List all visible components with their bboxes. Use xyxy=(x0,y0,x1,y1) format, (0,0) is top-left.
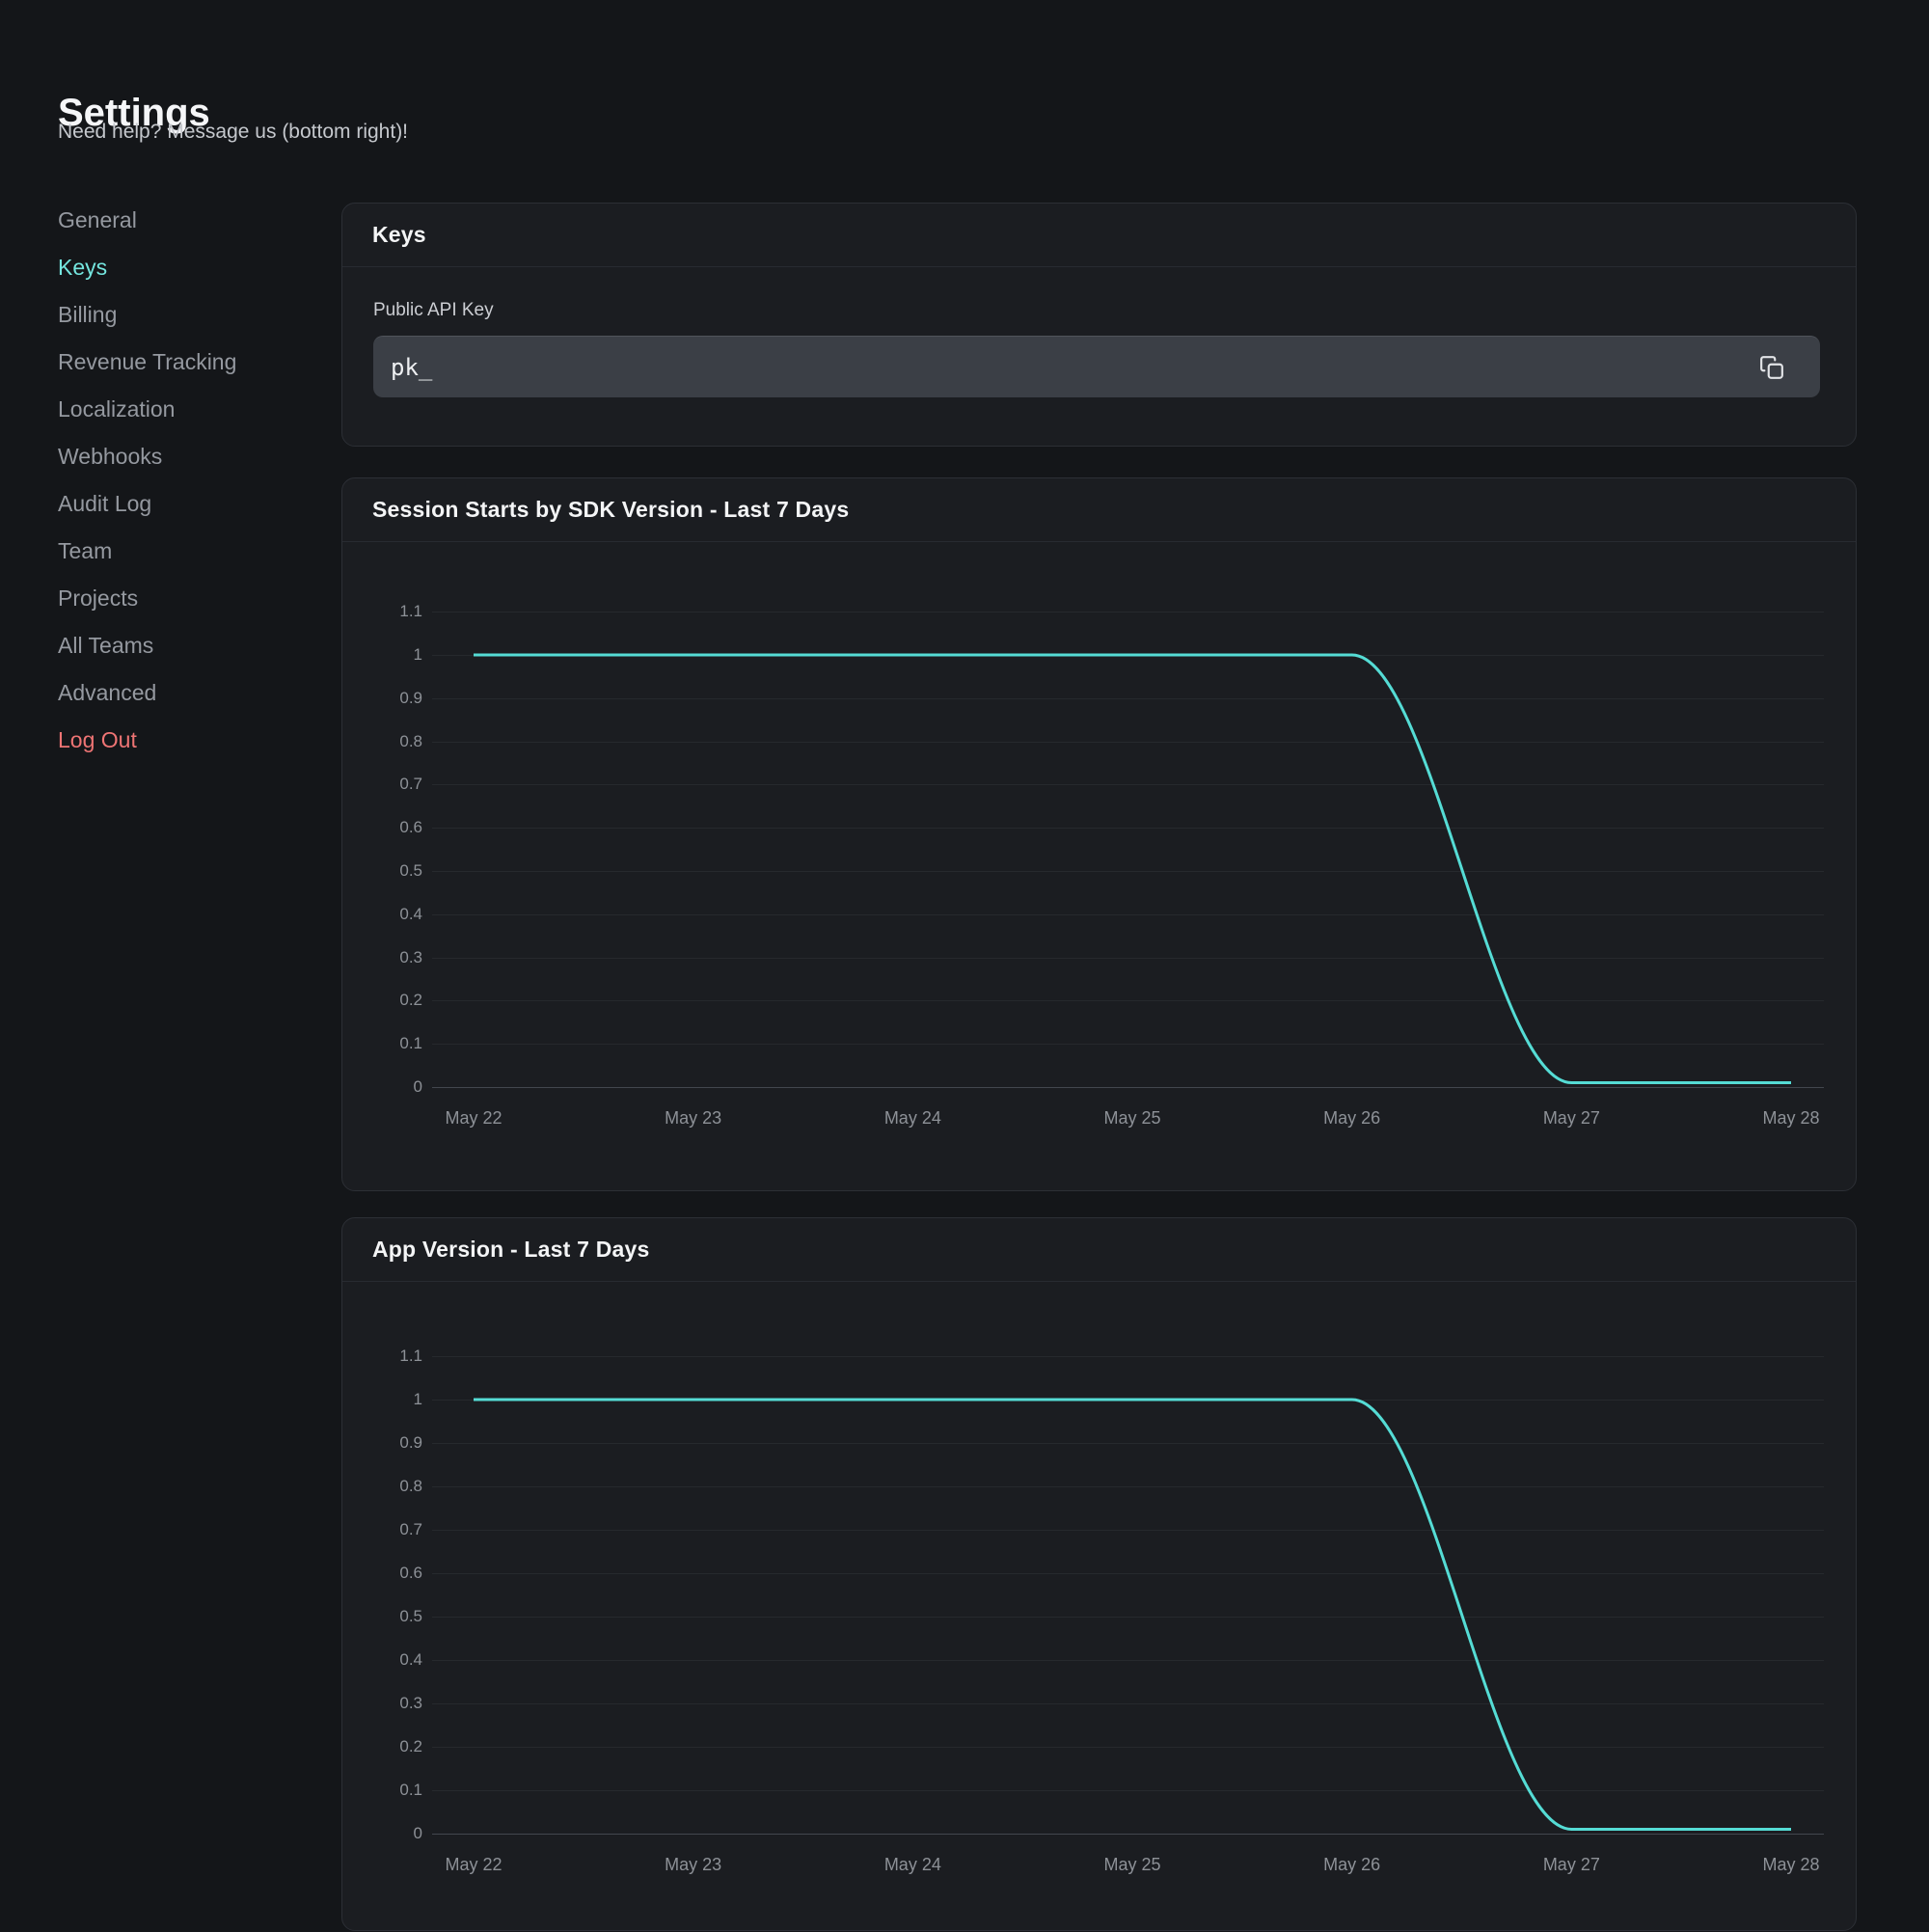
sidebar-item-projects[interactable]: Projects xyxy=(58,584,309,612)
public-api-key-label: Public API Key xyxy=(373,300,494,321)
sdk-version-chart-header: Session Starts by SDK Version - Last 7 D… xyxy=(342,478,1856,542)
sidebar-item-audit-log[interactable]: Audit Log xyxy=(58,489,309,518)
keys-card: Keys Public API Key xyxy=(341,203,1857,447)
app-version-chart-header: App Version - Last 7 Days xyxy=(342,1218,1856,1282)
sidebar-item-team[interactable]: Team xyxy=(58,536,309,565)
keys-card-title: Keys xyxy=(372,222,426,248)
public-api-key-input[interactable] xyxy=(373,336,1820,397)
sidebar-item-all-teams[interactable]: All Teams xyxy=(58,631,309,660)
sidebar-item-log-out[interactable]: Log Out xyxy=(58,725,309,754)
settings-sidebar: General Keys Billing Revenue Tracking Lo… xyxy=(58,205,309,773)
sidebar-item-webhooks[interactable]: Webhooks xyxy=(58,442,309,471)
page-subtitle: Need help? Message us (bottom right)! xyxy=(58,120,408,145)
sidebar-item-billing[interactable]: Billing xyxy=(58,300,309,329)
sidebar-item-advanced[interactable]: Advanced xyxy=(58,678,309,707)
series-line xyxy=(474,655,1791,1083)
app-version-chart-title: App Version - Last 7 Days xyxy=(372,1237,649,1263)
chart-plot xyxy=(342,1282,1856,1932)
app-version-chart-card: App Version - Last 7 Days 1.110.90.80.70… xyxy=(341,1217,1857,1931)
sidebar-item-localization[interactable]: Localization xyxy=(58,395,309,423)
public-api-key-field xyxy=(373,336,1820,397)
sidebar-item-revenue-tracking[interactable]: Revenue Tracking xyxy=(58,347,309,376)
chart-plot xyxy=(342,542,1856,1192)
sdk-version-chart: 1.110.90.80.70.60.50.40.30.20.10May 22Ma… xyxy=(342,542,1856,1190)
copy-icon xyxy=(1759,355,1784,380)
copy-api-key-button[interactable] xyxy=(1756,352,1787,383)
sidebar-item-keys[interactable]: Keys xyxy=(58,253,309,282)
sdk-version-chart-title: Session Starts by SDK Version - Last 7 D… xyxy=(372,497,849,523)
series-line xyxy=(474,1400,1791,1830)
sdk-version-chart-card: Session Starts by SDK Version - Last 7 D… xyxy=(341,477,1857,1191)
sidebar-item-general[interactable]: General xyxy=(58,205,309,234)
keys-card-header: Keys xyxy=(342,204,1856,267)
app-version-chart: 1.110.90.80.70.60.50.40.30.20.10May 22Ma… xyxy=(342,1282,1856,1930)
